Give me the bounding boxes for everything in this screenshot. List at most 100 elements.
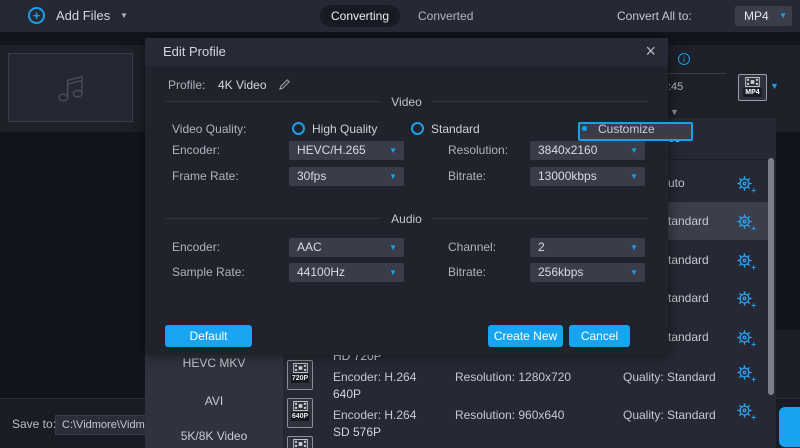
format-quality: Quality: Standard (623, 370, 716, 384)
resolution-label: Resolution: (448, 141, 508, 160)
gear-plus-icon[interactable]: + (736, 252, 753, 269)
chevron-down-icon: ▼ (389, 167, 397, 186)
chevron-down-icon: ▼ (630, 238, 638, 257)
radio-high-quality[interactable] (292, 122, 305, 135)
chevron-down-icon: ▼ (779, 6, 787, 26)
add-files-button[interactable]: Add Files (56, 0, 110, 32)
convert-all-format-select[interactable]: MP4 ▼ (735, 6, 792, 26)
music-note-icon (52, 69, 90, 107)
video-section-divider: Video (165, 95, 648, 108)
tab-converted[interactable]: Converted (418, 0, 473, 32)
framerate-row: Frame Rate: 30fps ▼ Bitrate: 13000kbps ▼ (145, 167, 668, 186)
gear-plus-icon[interactable]: + (736, 175, 753, 192)
radio-standard-label: Standard (431, 122, 480, 136)
audio-bitrate-label: Bitrate: (448, 263, 486, 282)
add-files-plus-icon[interactable]: + (28, 7, 45, 24)
resolution-select[interactable]: 3840x2160 ▼ (530, 141, 645, 160)
convert-all-button[interactable] (779, 407, 800, 447)
info-icon[interactable]: i (678, 53, 690, 65)
samplerate-label: Sample Rate: (172, 263, 245, 282)
video-quality-row: Video Quality: High Quality Standard Cus… (145, 122, 668, 136)
gear-plus-icon[interactable]: + (736, 290, 753, 307)
tab-converting[interactable]: Converting (320, 5, 400, 27)
app-window: i :45 MP4 ▼ ▼ Save to: C:\Vidmore\Vidmor… (0, 0, 800, 448)
video-encoder-value: HEVC/H.265 (297, 141, 366, 160)
radio-customize-label: Customize (598, 122, 655, 136)
samplerate-row: Sample Rate: 44100Hz▼ Bitrate: 256kbps ▼ (145, 263, 668, 282)
dialog-title: Edit Profile (163, 38, 226, 66)
save-path-input[interactable]: C:\Vidmore\Vidmor (55, 415, 155, 435)
format-row-sd576p[interactable]: SD 576P (145, 422, 776, 448)
format-title: 640P (333, 387, 361, 401)
video-bitrate-value: 13000kbps (538, 167, 597, 186)
film-icon (745, 77, 760, 87)
hidden-dropdown-caret-icon[interactable]: ▼ (670, 107, 679, 117)
samplerate-value: 44100Hz (297, 263, 345, 282)
audio-section-label: Audio (391, 212, 422, 226)
radio-standard[interactable] (411, 122, 424, 135)
channel-value: 2 (538, 238, 545, 257)
cancel-button[interactable]: Cancel (569, 325, 630, 347)
quality-fragment: tandard (668, 214, 709, 228)
edit-profile-dialog: Edit Profile × Profile: 4K Video Video V… (145, 38, 668, 355)
popup-scrollbar[interactable] (768, 158, 774, 395)
edit-pencil-icon[interactable] (278, 78, 291, 96)
default-button[interactable]: Default (165, 325, 252, 347)
encoder-label: Encoder: (172, 141, 220, 160)
film-icon (293, 363, 308, 373)
profile-label: Profile: (168, 78, 205, 92)
icon-badge-label: 720P (291, 374, 309, 383)
chevron-down-icon: ▼ (630, 141, 638, 160)
video-encoder-row: Encoder: HEVC/H.265▼ Resolution: 3840x21… (145, 141, 668, 160)
icon-badge-label: 640P (291, 412, 309, 421)
format-encoder: Encoder: H.264 (333, 370, 416, 384)
quality-fragment: uto (668, 176, 685, 190)
framerate-label: Frame Rate: (172, 167, 239, 186)
format-badge: MP4 (743, 88, 761, 97)
framerate-select[interactable]: 30fps ▼ (289, 167, 404, 186)
samplerate-select[interactable]: 44100Hz▼ (289, 263, 404, 282)
format-quality: Quality: Standard (623, 408, 716, 422)
create-new-button[interactable]: Create New (488, 325, 563, 347)
format-caret-icon[interactable]: ▼ (770, 81, 779, 91)
audio-bitrate-value: 256kbps (538, 263, 583, 282)
radio-high-quality-label: High Quality (312, 122, 377, 136)
convert-all-format-value: MP4 (744, 6, 769, 26)
chevron-down-icon: ▼ (630, 263, 638, 282)
audio-encoder-value: AAC (297, 238, 322, 257)
chevron-down-icon: ▼ (389, 238, 397, 257)
film-icon (293, 401, 308, 411)
chevron-down-icon: ▼ (630, 167, 638, 186)
video-bitrate-label: Bitrate: (448, 167, 486, 186)
save-to-label: Save to: (12, 417, 56, 431)
video-bitrate-select[interactable]: 13000kbps ▼ (530, 167, 645, 186)
audio-bitrate-select[interactable]: 256kbps ▼ (530, 263, 645, 282)
close-icon[interactable]: × (645, 38, 656, 64)
profile-name: 4K Video (218, 78, 267, 92)
gear-plus-icon[interactable]: + (736, 364, 753, 381)
format-encoder: Encoder: H.264 (333, 408, 416, 422)
output-format-button[interactable]: MP4 (738, 74, 767, 101)
gear-plus-icon[interactable]: + (736, 213, 753, 230)
gear-plus-icon[interactable]: + (736, 402, 753, 419)
audio-encoder-select[interactable]: AAC ▼ (289, 238, 404, 257)
add-files-caret-icon[interactable]: ▼ (120, 0, 128, 32)
video-encoder-select[interactable]: HEVC/H.265▼ (289, 141, 404, 160)
film-icon (293, 439, 308, 448)
row-divider (668, 73, 726, 74)
format-resolution: Resolution: 1280x720 (455, 370, 571, 384)
format-row-640p[interactable]: 640P 640P Encoder: H.264 Resolution: 960… (145, 384, 776, 422)
profile-row: Profile: 4K Video (145, 78, 668, 93)
audio-encoder-label: Encoder: (172, 238, 220, 257)
video-quality-label: Video Quality: (172, 122, 247, 136)
format-resolution: Resolution: 960x640 (455, 408, 564, 422)
resolution-value: 3840x2160 (538, 141, 597, 160)
format-title: SD 576P (333, 425, 381, 439)
top-bar: + Add Files ▼ Converting Converted Conve… (0, 0, 800, 32)
channel-label: Channel: (448, 238, 496, 257)
gear-plus-icon[interactable]: + (736, 329, 753, 346)
convert-all-to-label: Convert All to: (617, 0, 692, 32)
framerate-value: 30fps (297, 167, 326, 186)
channel-select[interactable]: 2▼ (530, 238, 645, 257)
dialog-header: Edit Profile × (145, 38, 668, 66)
